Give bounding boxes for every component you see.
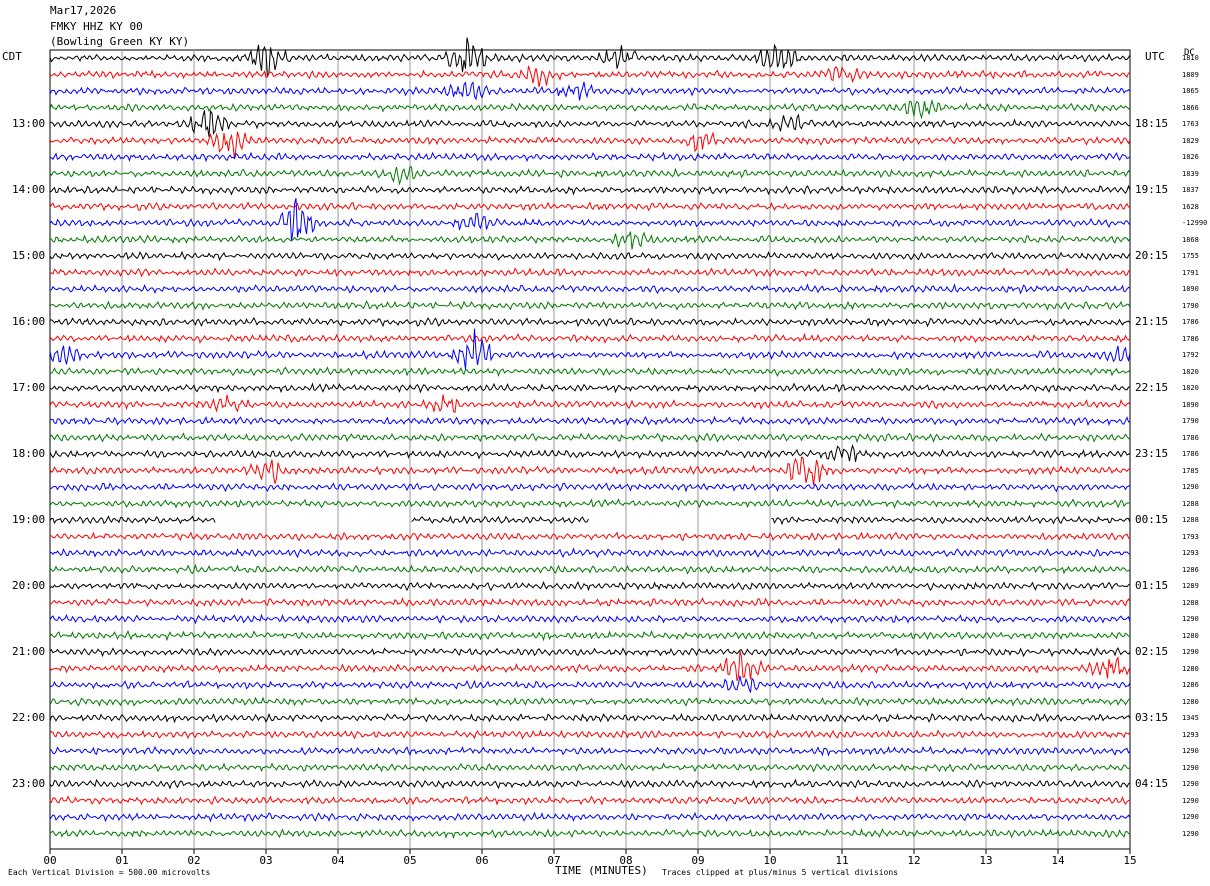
left-time-label: 15:00 [12,249,46,262]
dc-offset-label: 1290 [1182,780,1199,788]
x-tick-label: 06 [475,854,488,867]
x-tick-label: 05 [403,854,416,867]
right-time-label: 23:15 [1135,447,1169,460]
dc-offset-label: 1290 [1182,648,1199,656]
dc-offset-label: 1826 [1182,153,1199,161]
left-time-label: 23:00 [12,777,46,790]
dc-offset-label: 1793 [1182,532,1199,541]
left-time-label: 22:00 [12,711,46,724]
left-time-label: 14:00 [12,183,46,196]
x-tick-label: 09 [691,854,704,867]
dc-offset-label: 1786 [1182,334,1199,343]
dc-offset-label: 1792 [1182,351,1199,359]
helicorder-plot: 00 01 02 03 04 05 06 07 08 09 10 11 12 13 14 15 [43,37,1137,867]
x-tick-label: 12 [907,854,920,867]
x-tick-label: 15 [1123,854,1136,867]
x-tick-label: 14 [1051,854,1065,867]
dc-offset-label: 1628 [1182,202,1199,211]
dc-offset-label: 1290 [1182,813,1199,821]
dc-offset-label: -12990 [1182,219,1208,227]
right-time-label: 03:15 [1135,711,1169,724]
dc-offset-label: 1820 [1182,384,1199,392]
right-time-label: 01:15 [1135,579,1169,592]
right-timezone: UTC [1145,50,1165,63]
left-timezone: CDT [2,50,22,63]
dc-offset-label: 1890 [1182,285,1199,293]
right-time-label: 21:15 [1135,315,1169,328]
dc-offset-label: 1755 [1182,252,1199,260]
dc-offset-label: 1288 [1182,516,1199,524]
left-time-label: 19:00 [12,513,46,526]
dc-offset-label: 1829 [1182,136,1199,145]
left-time-label: 16:00 [12,315,46,328]
header-location: (Bowling Green KY KY) [50,35,190,48]
dc-offset-label: 1866 [1182,103,1199,112]
right-time-label: 19:15 [1135,183,1169,196]
dc-offset-label: 1290 [1182,829,1199,838]
x-tick-label: 13 [979,854,992,867]
dc-offset-label: 1290 [1182,483,1199,491]
dc-offset-label: 1345 [1182,714,1199,722]
dc-offset-label: 1280 [1182,697,1199,706]
dc-offset-label: 1785 [1182,466,1199,475]
dc-offset-label: 1890 [1182,400,1199,409]
x-tick-label: 00 [43,854,56,867]
dc-offset-label: 1865 [1182,87,1199,95]
left-time-label: 18:00 [12,447,46,460]
dc-offset-label: 1280 [1182,664,1199,673]
plot-frame [49,49,1131,850]
dc-offset-label: 1809 [1182,70,1199,79]
scale-note: Each Vertical Division = 500.00 microvol… [8,868,211,877]
x-tick-label: 10 [763,854,776,867]
dc-offset-label: 1786 [1182,318,1199,326]
dc-offset-label: 1286 [1182,565,1199,574]
dc-offset-label: 1810 [1182,54,1199,62]
x-tick-label: 01 [115,854,128,867]
dc-offset-label: 1288 [1182,499,1199,508]
dc-offset-label: 1290 [1182,763,1199,772]
left-time-label: 20:00 [12,579,46,592]
left-time-label: 13:00 [12,117,46,130]
right-time-label: 22:15 [1135,381,1169,394]
dc-offset-label: 1280 [1182,631,1199,640]
clip-note: Traces clipped at plus/minus 5 vertical … [662,868,899,877]
left-time-label: 17:00 [12,381,46,394]
right-time-label: 02:15 [1135,645,1169,658]
header-date: Mar17,2026 [50,4,117,17]
x-tick-label: 11 [835,854,848,867]
x-axis-label: TIME (MINUTES) [555,864,648,877]
dc-offset-label: 1837 [1182,186,1199,194]
dc-offset-label: 1868 [1182,235,1199,244]
dc-offset-label: 1790 [1182,301,1199,310]
dc-offset-label: 1839 [1182,169,1199,178]
dc-offset-label: 1293 [1182,549,1199,557]
dc-offset-label: 1290 [1182,796,1199,805]
dc-offset-label: 1290 [1182,615,1199,623]
dc-offset-label: 1763 [1182,120,1199,128]
dc-offset-label: 1288 [1182,598,1199,607]
dc-offset-label: 1293 [1182,730,1199,739]
x-tick-label: 03 [259,854,272,867]
right-time-label: 00:15 [1135,513,1169,526]
right-time-label: 20:15 [1135,249,1169,262]
right-time-label: 18:15 [1135,117,1169,130]
x-tick-label: 02 [187,854,200,867]
dc-offset-label: 1791 [1182,268,1199,277]
left-time-label: 21:00 [12,645,46,658]
dc-offset-label: 1289 [1182,582,1199,590]
dc-offset-label: 1290 [1182,747,1199,755]
x-tick-label: 04 [331,854,345,867]
dc-offset-label: 1790 [1182,417,1199,425]
dc-offset-label: 1820 [1182,367,1199,376]
right-time-label: 04:15 [1135,777,1169,790]
header-station: FMKY HHZ KY 00 [50,20,143,33]
dc-offset-label: 1286 [1182,681,1199,689]
dc-offset-label: 1786 [1182,433,1199,442]
dc-offset-label: 1786 [1182,450,1199,458]
